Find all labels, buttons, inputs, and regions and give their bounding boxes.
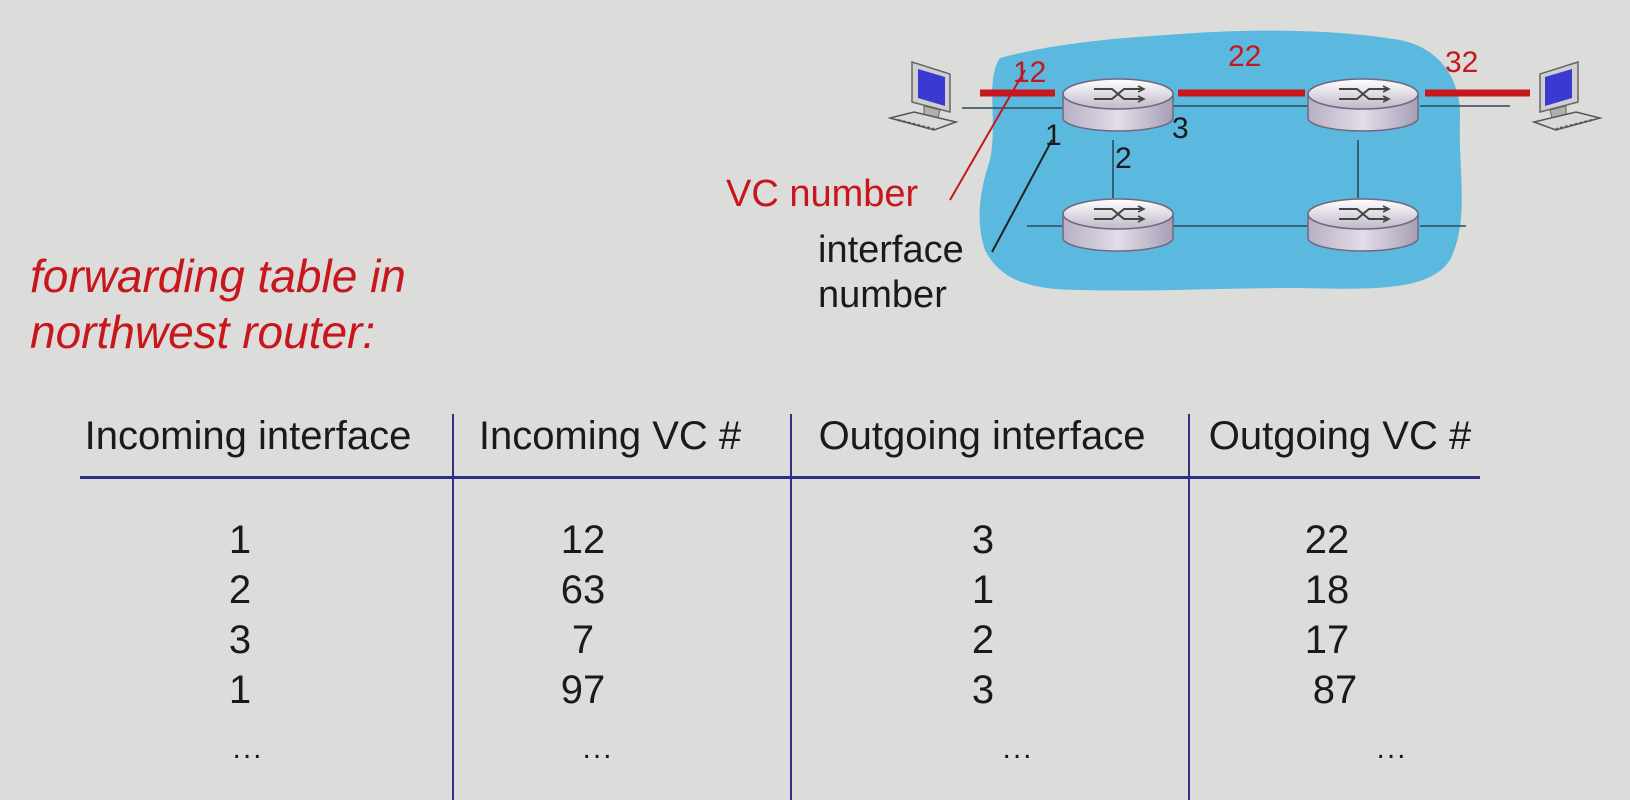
ellipsis: ... xyxy=(1002,732,1034,765)
table-cell: 63 xyxy=(560,568,606,612)
table-cell: 22 xyxy=(1304,518,1350,562)
table-cell: 3 xyxy=(971,518,995,562)
vc-label-22: 22 xyxy=(1228,40,1261,73)
ellipsis: ... xyxy=(582,732,614,765)
router-northwest xyxy=(1062,78,1174,132)
left-host-icon xyxy=(889,61,957,131)
interface-label-3: 3 xyxy=(1172,112,1189,145)
table-cell: 7 xyxy=(571,618,595,662)
ellipsis: ... xyxy=(232,732,264,765)
vc-label-12: 12 xyxy=(1013,56,1046,89)
header-outgoing-interface: Outgoing interface xyxy=(818,414,1146,458)
header-incoming-vc: Incoming VC # xyxy=(478,414,742,458)
table-cell: 2 xyxy=(228,568,252,612)
router-southeast xyxy=(1307,198,1419,252)
header-outgoing-vc: Outgoing VC # xyxy=(1208,414,1472,458)
table-cell: 2 xyxy=(971,618,995,662)
right-host-icon xyxy=(1533,61,1601,131)
network-diagram: 12 22 32 1 2 3 VC number interface numbe… xyxy=(726,30,1601,316)
column-divider xyxy=(452,414,454,800)
vc-label-32: 32 xyxy=(1445,46,1478,79)
table-cell: 87 xyxy=(1312,668,1358,712)
table-cell: 3 xyxy=(971,668,995,712)
column-divider xyxy=(1188,414,1190,800)
header-rule xyxy=(80,476,1480,479)
table-cell: 18 xyxy=(1304,568,1350,612)
router-northeast xyxy=(1307,78,1419,132)
table-cell: 1 xyxy=(228,518,252,562)
router-southwest xyxy=(1062,198,1174,252)
column-divider xyxy=(790,414,792,800)
table-cell: 12 xyxy=(560,518,606,562)
table-cell: 97 xyxy=(560,668,606,712)
vc-number-label: VC number xyxy=(726,173,919,215)
network-cloud xyxy=(979,30,1462,291)
table-cell: 17 xyxy=(1304,618,1350,662)
interface-label-2: 2 xyxy=(1115,142,1132,175)
interface-number-label-line-2: number xyxy=(818,274,947,316)
table-cell: 1 xyxy=(971,568,995,612)
interface-label-1: 1 xyxy=(1045,119,1062,152)
table-cell: 1 xyxy=(228,668,252,712)
header-incoming-interface: Incoming interface xyxy=(84,414,412,458)
table-cell: 3 xyxy=(228,618,252,662)
ellipsis: ... xyxy=(1376,732,1408,765)
interface-number-label-line-1: interface xyxy=(818,229,964,271)
